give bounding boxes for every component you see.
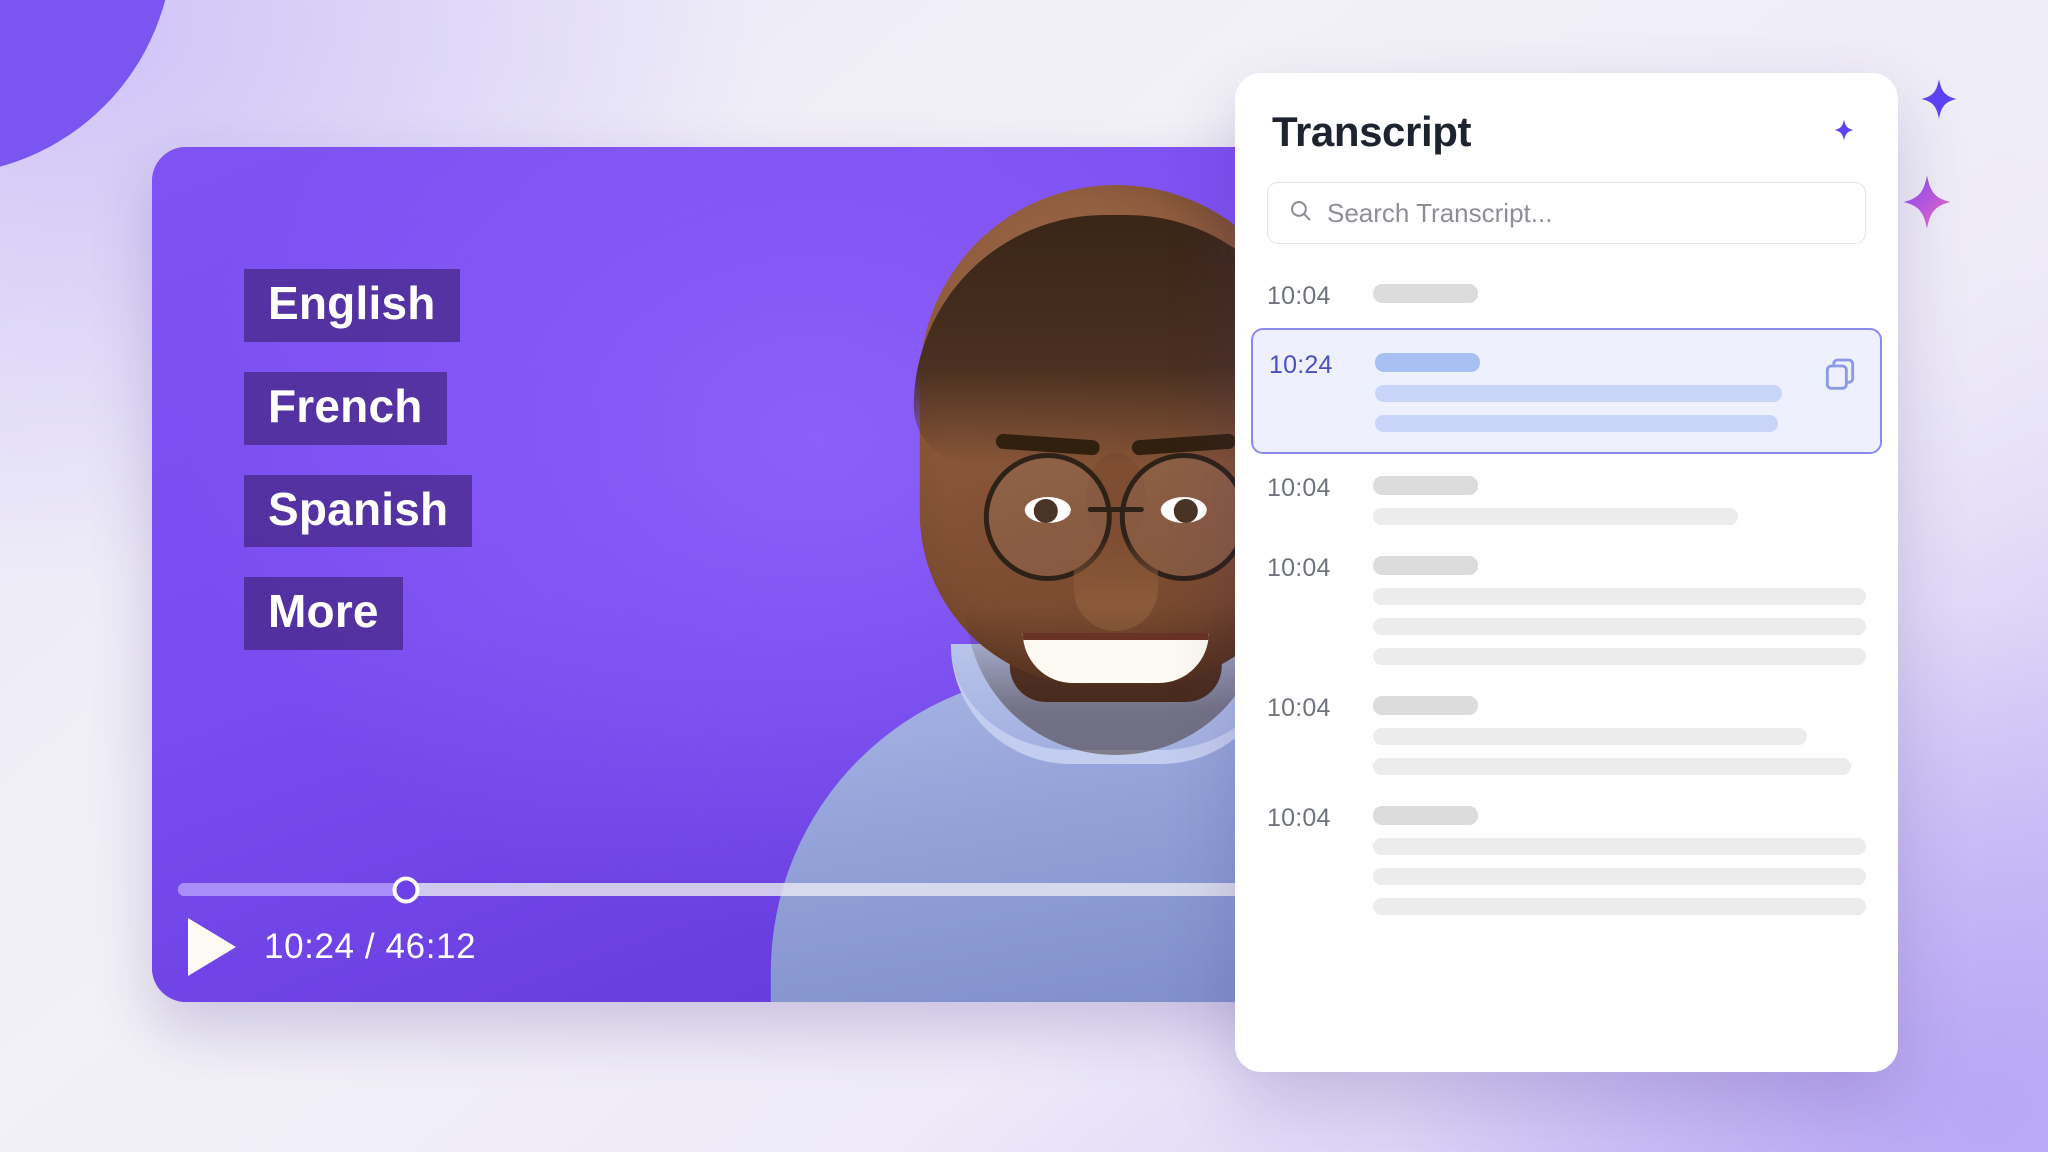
text-line-bar — [1373, 508, 1738, 525]
page-title: Transcript — [1272, 108, 1472, 155]
transcript-text-placeholder — [1375, 348, 1782, 432]
transcript-timestamp: 10:04 — [1267, 554, 1331, 582]
transcript-timestamp: 10:04 — [1267, 282, 1331, 310]
language-chip-french[interactable]: French — [244, 371, 447, 445]
transcript-list[interactable]: 10:04 10:24 10:04 10:04 10:04 10:04 — [1235, 244, 1898, 1072]
transcript-timestamp: 10:04 — [1267, 474, 1331, 502]
time-display: 10:24 / 46:12 — [264, 927, 477, 966]
language-chip-english[interactable]: English — [244, 269, 460, 342]
speaker-bar — [1373, 476, 1478, 495]
copy-icon[interactable] — [1810, 348, 1864, 399]
transcript-row[interactable]: 10:04 — [1267, 678, 1866, 788]
speaker-bar — [1375, 353, 1480, 372]
transcript-header: Transcript — [1235, 73, 1898, 156]
transcript-text-placeholder — [1373, 471, 1866, 525]
text-line-bar — [1373, 588, 1866, 605]
page-root: English French Spanish More 10:24 / 46:1… — [0, 0, 2048, 1152]
language-chip-spanish[interactable]: Spanish — [244, 474, 473, 548]
transcript-text-placeholder — [1373, 551, 1866, 665]
transcript-timestamp: 10:04 — [1267, 694, 1331, 722]
video-controls: 10:24 / 46:12 — [152, 876, 1384, 1002]
transcript-row[interactable]: 10:04 — [1267, 538, 1866, 678]
transcript-row[interactable]: 10:04 — [1267, 458, 1866, 538]
progress-bar[interactable] — [178, 876, 1358, 903]
text-line-bar — [1373, 648, 1866, 665]
transcript-text-placeholder — [1373, 691, 1866, 775]
transcript-text-placeholder — [1373, 801, 1866, 915]
text-line-bar — [1375, 415, 1778, 432]
sparkle-gradient-icon — [1888, 160, 1966, 244]
play-icon[interactable] — [188, 918, 236, 976]
transcript-panel: Transcript Search Transcript... 10:04 10… — [1235, 73, 1898, 1072]
transcript-text-placeholder — [1373, 279, 1866, 311]
text-line-bar — [1373, 758, 1852, 775]
text-line-bar — [1373, 728, 1807, 745]
sparkle-large-icon — [1910, 68, 1968, 130]
transcript-timestamp: 10:04 — [1267, 804, 1331, 832]
sparkle-icon[interactable] — [1827, 113, 1861, 152]
text-line-bar — [1373, 838, 1866, 855]
text-line-bar — [1373, 868, 1866, 885]
search-icon — [1288, 198, 1313, 228]
speaker-bar — [1373, 556, 1478, 575]
transcript-row[interactable]: 10:04 — [1267, 788, 1866, 928]
speaker-bar — [1373, 696, 1478, 715]
glasses-bridge — [1087, 507, 1144, 512]
video-player[interactable]: English French Spanish More 10:24 / 46:1… — [152, 147, 1384, 1002]
progress-handle[interactable] — [392, 876, 420, 903]
text-line-bar — [1373, 898, 1866, 915]
progress-fill — [178, 883, 406, 896]
text-line-bar — [1373, 618, 1866, 635]
speaker-bar — [1373, 806, 1478, 825]
presenter-mouth — [1022, 633, 1209, 683]
speaker-bar — [1373, 284, 1478, 303]
transcript-row-active[interactable]: 10:24 — [1251, 328, 1882, 454]
transcript-row[interactable]: 10:04 — [1267, 266, 1866, 324]
transcript-timestamp: 10:24 — [1269, 351, 1333, 379]
text-line-bar — [1375, 385, 1782, 402]
search-placeholder: Search Transcript... — [1327, 197, 1553, 228]
language-chip-more[interactable]: More — [244, 577, 403, 650]
controls-row: 10:24 / 46:12 — [178, 918, 1358, 976]
decorative-corner-blob — [0, 0, 173, 175]
search-input[interactable]: Search Transcript... — [1267, 182, 1866, 244]
language-options: English French Spanish More — [244, 269, 473, 650]
